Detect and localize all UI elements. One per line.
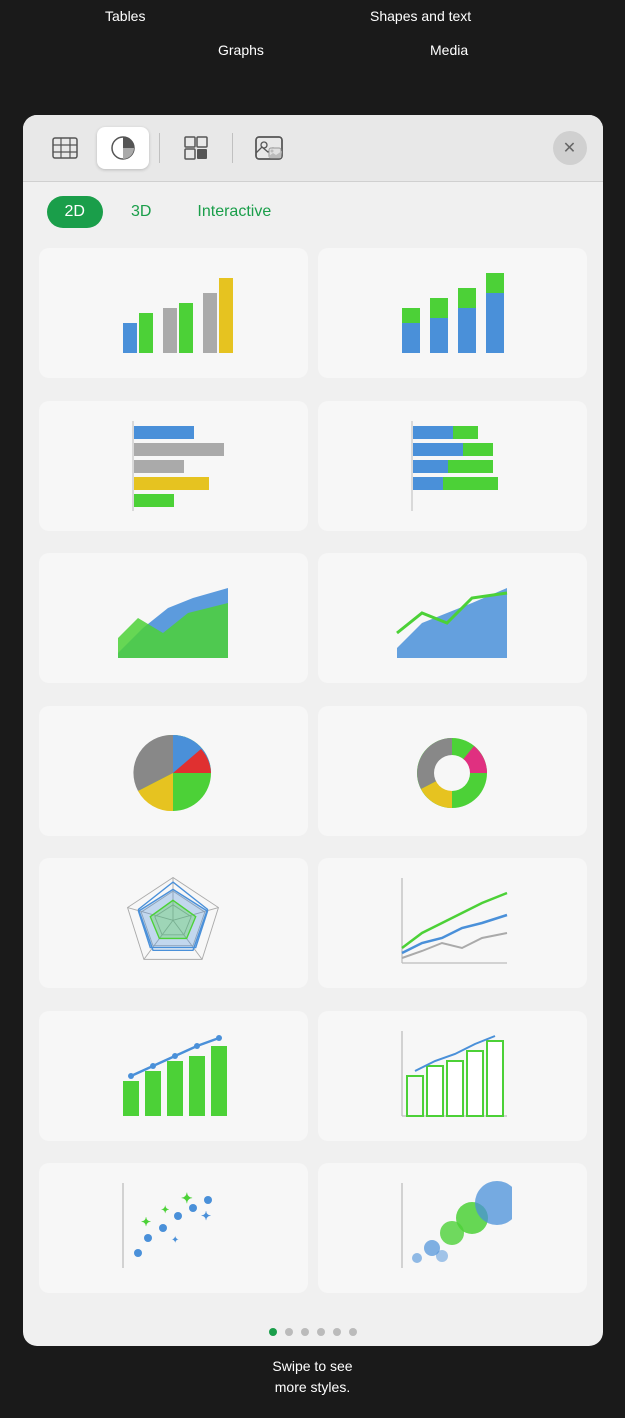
pie-chart[interactable] xyxy=(39,706,308,836)
mixed-bar-line-chart[interactable] xyxy=(39,1011,308,1141)
page-dot-2 xyxy=(285,1328,293,1336)
graphs-annotation: Graphs xyxy=(218,42,264,58)
tables-tab-button[interactable] xyxy=(39,127,91,169)
close-icon: ✕ xyxy=(563,138,576,158)
page-indicator xyxy=(23,1316,603,1346)
toolbar-divider xyxy=(159,133,160,163)
page-dot-1 xyxy=(269,1328,277,1336)
toolbar-divider-2 xyxy=(232,133,233,163)
scatter-chart[interactable]: ✦ ✦ ✦ ✦ ✦ xyxy=(39,1163,308,1293)
tables-annotation: Tables xyxy=(105,8,145,24)
toolbar: ✕ xyxy=(23,115,603,182)
chart-type-tabs: 2D 3D Interactive xyxy=(23,182,603,238)
tab-2d[interactable]: 2D xyxy=(47,196,103,228)
line-chart[interactable] xyxy=(318,858,587,988)
svg-text:✦: ✦ xyxy=(201,1209,211,1223)
shapes-annotation: Shapes and text xyxy=(370,8,471,24)
tab-3d[interactable]: 3D xyxy=(113,196,169,228)
media-tab-button[interactable] xyxy=(243,127,295,169)
page-dot-4 xyxy=(317,1328,325,1336)
horizontal-bar-chart[interactable] xyxy=(39,401,308,531)
line-area-chart[interactable] xyxy=(318,553,587,683)
area-chart[interactable] xyxy=(39,553,308,683)
grouped-bar-chart[interactable] xyxy=(39,248,308,378)
bar-outline-chart[interactable] xyxy=(318,1011,587,1141)
graphs-tab-button[interactable] xyxy=(97,127,149,169)
svg-text:✦: ✦ xyxy=(141,1215,151,1229)
media-annotation: Media xyxy=(430,42,468,58)
stacked-horizontal-bar-chart[interactable] xyxy=(318,401,587,531)
insert-panel: ✕ 2D 3D Interactive xyxy=(23,115,603,1346)
shapes-tab-button[interactable] xyxy=(170,127,222,169)
page-dot-3 xyxy=(301,1328,309,1336)
svg-text:✦: ✦ xyxy=(171,1235,179,1246)
top-annotations: Tables Graphs Shapes and text Media xyxy=(0,0,625,115)
donut-chart[interactable] xyxy=(318,706,587,836)
swipe-hint: Swipe to seemore styles. xyxy=(272,1346,352,1418)
page-dot-6 xyxy=(349,1328,357,1336)
svg-text:✦: ✦ xyxy=(161,1205,169,1216)
tab-interactive[interactable]: Interactive xyxy=(179,196,289,228)
close-button[interactable]: ✕ xyxy=(553,131,587,165)
radar-chart[interactable] xyxy=(39,858,308,988)
charts-grid: ✦ ✦ ✦ ✦ ✦ xyxy=(23,238,603,1316)
bubble-chart[interactable] xyxy=(318,1163,587,1293)
page-dot-5 xyxy=(333,1328,341,1336)
stacked-bar-chart[interactable] xyxy=(318,248,587,378)
svg-text:✦: ✦ xyxy=(181,1190,193,1206)
